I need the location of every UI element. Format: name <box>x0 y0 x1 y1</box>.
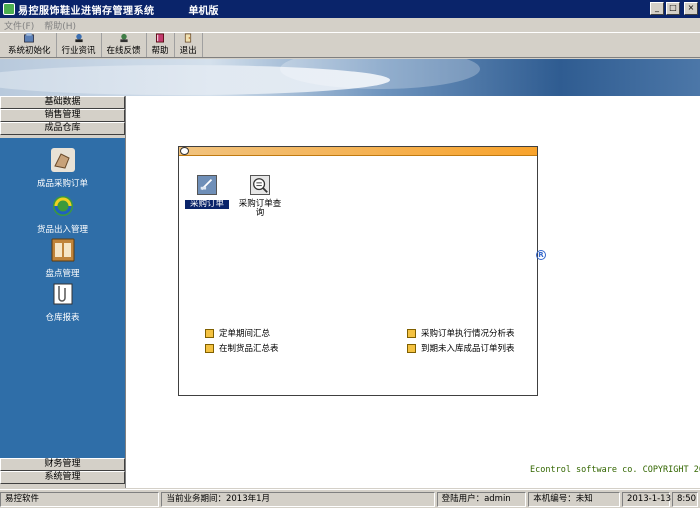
app-icon <box>3 3 15 15</box>
toolbar: 系统初始化 行业资讯 在线反馈 帮助 退出 <box>0 32 700 58</box>
online-feedback-label: 在线反馈 <box>106 46 141 56</box>
warehouse-report-icon <box>53 283 72 305</box>
maximize-button[interactable]: □ <box>666 2 680 15</box>
menu-bar: 文件(F) 帮助(H) <box>0 18 700 32</box>
header-banner <box>0 59 700 96</box>
nav-body-warehouse: 成品采购订单 货品出入管理 盘点管理 仓库报表 <box>0 138 125 458</box>
status-period: 当前业务期间：2013年1月 <box>161 491 435 507</box>
left-nav-panel: 基础数据 销售管理 成品仓库 成品采购订单 货品出入管理 盘点管理 仓库报表 财… <box>0 96 125 488</box>
window-controls: _ □ × <box>650 2 698 15</box>
nav-item-inventory-count[interactable]: 盘点管理 <box>0 238 125 279</box>
close-button[interactable]: × <box>684 2 698 15</box>
feedback-icon <box>119 33 128 43</box>
nav-item-purchase-order-label: 成品采购订单 <box>36 179 88 189</box>
status-bar: 易控软件 当前业务期间：2013年1月 登陆用户：admin 本机编号：未知 2… <box>0 489 700 508</box>
nav-header-basic-data[interactable]: 基础数据 <box>0 96 125 109</box>
module-panel: 采购订单 采购订单查 询 定单期间汇总 在制货品汇总表 采购订单执行情况分析表 … <box>178 146 538 396</box>
tile-purchase-order-label: 采购订单 <box>185 200 229 209</box>
panel-header-bar <box>179 147 537 156</box>
exit-icon <box>184 33 192 43</box>
report-overdue-orders-label: 到期未入库成品订单列表 <box>421 344 515 354</box>
menu-file[interactable]: 文件(F) <box>4 19 34 32</box>
purchase-order-icon <box>50 148 75 172</box>
nav-item-purchase-order[interactable]: 成品采购订单 <box>0 148 125 189</box>
report-overdue-orders[interactable]: 到期未入库成品订单列表 <box>407 342 515 354</box>
nav-item-inventory-count-label: 盘点管理 <box>45 269 80 279</box>
exit-button[interactable]: 退出 <box>175 33 203 57</box>
report-period-summary[interactable]: 定单期间汇总 <box>205 327 270 339</box>
help-button[interactable]: 帮助 <box>147 33 175 57</box>
order-query-tile-icon <box>250 175 270 195</box>
report-folder-icon <box>407 328 416 338</box>
report-po-execution-label: 采购订单执行情况分析表 <box>421 329 515 339</box>
report-po-execution[interactable]: 采购订单执行情况分析表 <box>407 327 515 339</box>
exit-label: 退出 <box>179 46 197 56</box>
inventory-count-icon <box>51 238 74 262</box>
init-icon <box>24 33 35 43</box>
system-init-button[interactable]: 系统初始化 <box>3 33 57 57</box>
tile-order-query-label-2: 询 <box>255 208 265 218</box>
nav-bottom-headers: 财务管理 系统管理 <box>0 458 125 484</box>
online-feedback-button[interactable]: 在线反馈 <box>102 33 147 57</box>
edition-label: 单机版 <box>188 5 219 17</box>
copyright-text: Econtrol software co. COPYRIGHT 200 <box>530 465 700 475</box>
report-folder-icon <box>205 343 214 353</box>
nav-header-sales[interactable]: 销售管理 <box>0 109 125 122</box>
nav-header-finance[interactable]: 财务管理 <box>0 458 125 471</box>
help-book-icon <box>156 33 165 43</box>
help-label: 帮助 <box>151 46 169 56</box>
system-init-label: 系统初始化 <box>8 46 51 56</box>
report-wip-summary-label: 在制货品汇总表 <box>219 344 279 354</box>
status-company: 易控软件 <box>0 491 160 507</box>
nav-header-warehouse[interactable]: 成品仓库 <box>0 122 125 135</box>
report-folder-icon <box>205 328 214 338</box>
title-bar: 易控服饰鞋业进销存管理系统 单机版 _ □ × <box>0 0 700 18</box>
main-content: 采购订单 采购订单查 询 定单期间汇总 在制货品汇总表 采购订单执行情况分析表 … <box>125 96 700 488</box>
status-date: 2013-1-13 <box>622 491 671 507</box>
status-time: 8:50 <box>672 491 698 507</box>
nav-item-warehouse-report[interactable]: 仓库报表 <box>0 282 125 323</box>
tile-order-query[interactable]: 采购订单查 询 <box>235 175 285 218</box>
purchase-order-tile-icon <box>197 175 217 195</box>
status-machine: 本机编号：未知 <box>528 491 620 507</box>
industry-news-button[interactable]: 行业资讯 <box>57 33 102 57</box>
minimize-button[interactable]: _ <box>650 2 664 15</box>
news-icon <box>74 33 83 43</box>
industry-news-label: 行业资讯 <box>61 46 96 56</box>
panel-header-icon <box>180 147 189 155</box>
report-wip-summary[interactable]: 在制货品汇总表 <box>205 342 279 354</box>
report-folder-icon <box>407 343 416 353</box>
registered-mark: R <box>536 250 546 260</box>
tile-purchase-order[interactable]: 采购订单 <box>185 175 229 209</box>
stock-inout-icon <box>52 196 73 216</box>
nav-header-system[interactable]: 系统管理 <box>0 471 125 484</box>
status-user: 登陆用户：admin <box>436 491 527 507</box>
window-title: 易控服饰鞋业进销存管理系统 <box>18 5 155 17</box>
nav-item-stock-inout-label: 货品出入管理 <box>36 225 88 235</box>
nav-item-stock-inout[interactable]: 货品出入管理 <box>0 194 125 235</box>
nav-item-warehouse-report-label: 仓库报表 <box>45 313 80 323</box>
report-period-summary-label: 定单期间汇总 <box>219 329 271 339</box>
menu-help[interactable]: 帮助(H) <box>44 19 76 32</box>
